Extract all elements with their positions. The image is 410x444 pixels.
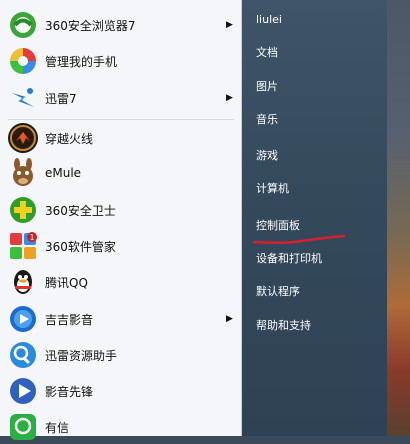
jiji-player-icon xyxy=(8,304,38,334)
program-label: 迅雷7 xyxy=(45,91,77,106)
program-label: 360安全卫士 xyxy=(45,203,116,218)
program-label: 有信 xyxy=(45,420,70,435)
program-label: 影音先锋 xyxy=(45,384,94,399)
youxin-icon xyxy=(8,412,38,442)
program-label: 管理我的手机 xyxy=(45,54,118,69)
red-underline-annotation xyxy=(252,234,346,245)
program-emule[interactable]: eMule xyxy=(0,156,242,190)
thunder-icon xyxy=(8,83,38,113)
places-pane: liulei 文档 图片 音乐 游戏 计算机 控制面板 设备和打印机 默认程序 … xyxy=(242,0,387,436)
program-jiji-player[interactable]: 吉吉影音 ▶ xyxy=(0,302,242,336)
program-360-browser[interactable]: 360安全浏览器7 ▶ xyxy=(0,8,242,42)
program-crossfire[interactable]: 穿越火线 xyxy=(0,121,242,155)
documents-link[interactable]: 文档 xyxy=(256,43,278,63)
games-link[interactable]: 游戏 xyxy=(256,146,278,166)
thunder-assistant-icon xyxy=(8,340,38,370)
submenu-arrow-icon: ▶ xyxy=(226,93,233,103)
360-browser-icon xyxy=(8,10,38,40)
user-folder-link[interactable]: liulei xyxy=(256,10,282,30)
computer-link[interactable]: 计算机 xyxy=(256,179,289,199)
help-support-link[interactable]: 帮助和支持 xyxy=(256,316,311,336)
phone-manager-icon xyxy=(8,46,38,76)
crossfire-icon xyxy=(8,123,38,153)
program-360-safe[interactable]: 360安全卫士 xyxy=(0,193,242,227)
default-programs-link[interactable]: 默认程序 xyxy=(256,282,300,302)
submenu-arrow-icon: ▶ xyxy=(226,20,233,30)
svg-text:1: 1 xyxy=(29,233,34,242)
program-phone-manager[interactable]: 管理我的手机 xyxy=(0,44,242,78)
programs-pane: 360安全浏览器7 ▶ 管理我的手机 迅雷7 ▶ 穿越火线 eMule 360安… xyxy=(0,0,242,440)
separator xyxy=(8,119,234,120)
360-software-manager-icon: 1 xyxy=(8,231,38,261)
program-label: 360软件管家 xyxy=(45,239,116,254)
program-label: 360安全浏览器7 xyxy=(45,18,136,33)
program-thunder[interactable]: 迅雷7 ▶ xyxy=(0,81,242,115)
program-qq[interactable]: 腾讯QQ xyxy=(0,265,242,299)
program-label: 迅雷资源助手 xyxy=(45,348,118,363)
submenu-arrow-icon: ▶ xyxy=(226,314,233,324)
program-label: 穿越火线 xyxy=(45,131,94,146)
emule-icon xyxy=(8,158,38,188)
xfplay-icon xyxy=(8,376,38,406)
start-menu-screenshot: 360安全浏览器7 ▶ 管理我的手机 迅雷7 ▶ 穿越火线 eMule 360安… xyxy=(0,0,410,440)
pictures-link[interactable]: 图片 xyxy=(256,77,278,97)
desktop-wallpaper xyxy=(387,0,410,436)
program-360-software-manager[interactable]: 1 360软件管家 xyxy=(0,229,242,263)
program-label: 腾讯QQ xyxy=(45,275,88,290)
program-label: eMule xyxy=(45,166,82,180)
program-thunder-assistant[interactable]: 迅雷资源助手 xyxy=(0,338,242,372)
devices-printers-link[interactable]: 设备和打印机 xyxy=(256,249,322,269)
qq-icon xyxy=(8,267,38,297)
360-safe-icon xyxy=(8,195,38,225)
music-link[interactable]: 音乐 xyxy=(256,110,278,130)
program-label: 吉吉影音 xyxy=(45,312,94,327)
program-xfplay[interactable]: 影音先锋 xyxy=(0,374,242,408)
program-youxin[interactable]: 有信 xyxy=(0,410,242,444)
